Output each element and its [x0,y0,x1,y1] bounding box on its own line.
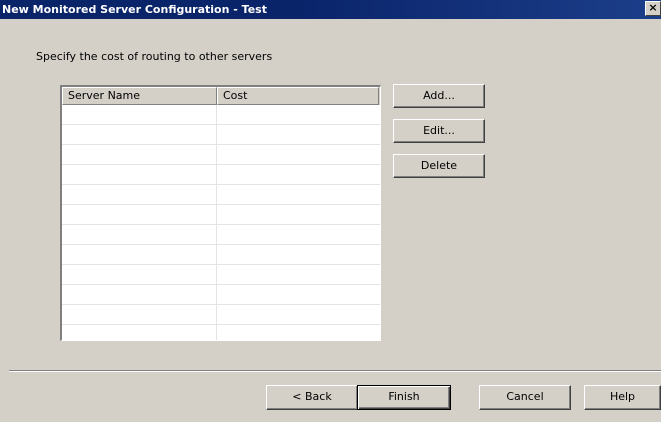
add-button[interactable]: Add... [393,84,485,108]
finish-button[interactable]: Finish [357,385,451,410]
table-header: Server Name Cost [62,87,380,105]
cost-cell [217,245,379,264]
cost-cell [217,225,379,244]
server-name-cell [62,185,217,204]
edit-button[interactable]: Edit... [393,119,485,143]
table-row[interactable] [62,285,380,305]
dialog-window: New Monitored Server Configuration - Tes… [0,0,661,422]
cancel-button[interactable]: Cancel [479,385,571,410]
window-title: New Monitored Server Configuration - Tes… [2,3,267,16]
server-name-cell [62,105,217,124]
cost-cell [217,265,379,284]
column-header-server-name[interactable]: Server Name [62,87,217,105]
table-row[interactable] [62,305,380,325]
table-row[interactable] [62,205,380,225]
cost-cell [217,185,379,204]
title-bar[interactable]: New Monitored Server Configuration - Tes… [0,0,661,19]
server-name-cell [62,225,217,244]
delete-button[interactable]: Delete [393,154,485,178]
table-row[interactable] [62,165,380,185]
table-row[interactable] [62,245,380,265]
server-name-cell [62,145,217,164]
cost-cell [217,105,379,124]
server-name-cell [62,165,217,184]
table-row[interactable] [62,145,380,165]
table-row[interactable] [62,325,380,340]
cost-cell [217,165,379,184]
server-name-cell [62,285,217,304]
cost-cell [217,145,379,164]
back-button[interactable]: < Back [266,385,358,410]
cost-cell [217,125,379,144]
help-button[interactable]: Help [584,385,661,410]
table-row[interactable] [62,185,380,205]
server-name-cell [62,265,217,284]
cost-cell [217,305,379,324]
table-row[interactable] [62,125,380,145]
server-name-cell [62,245,217,264]
server-name-cell [62,305,217,324]
close-icon[interactable]: × [645,1,661,16]
table-body [62,105,380,340]
cost-cell [217,285,379,304]
server-name-cell [62,325,217,340]
cost-cell [217,325,379,340]
cost-cell [217,205,379,224]
table-row[interactable] [62,265,380,285]
column-header-cost[interactable]: Cost [217,87,379,105]
table-row[interactable] [62,105,380,125]
table-row[interactable] [62,225,380,245]
footer-separator [9,370,661,372]
instruction-label: Specify the cost of routing to other ser… [36,50,273,63]
server-name-cell [62,125,217,144]
server-name-cell [62,205,217,224]
server-cost-table[interactable]: Server Name Cost [60,85,381,341]
